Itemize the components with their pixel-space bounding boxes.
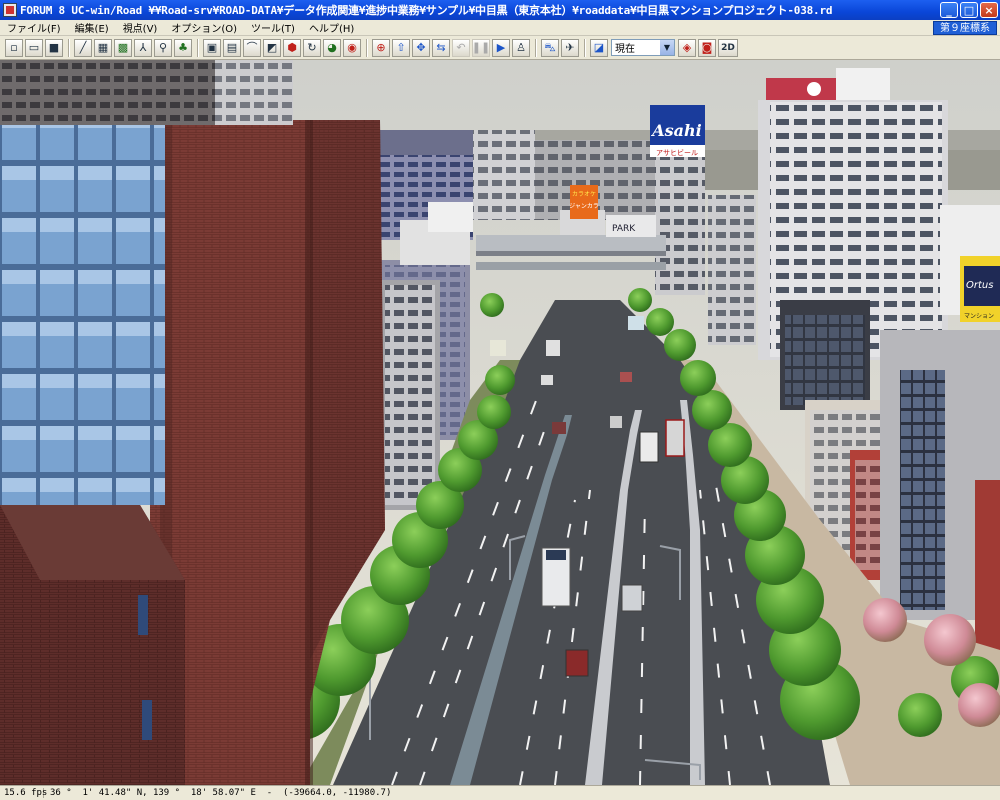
car bbox=[620, 372, 632, 382]
navigate-icon[interactable]: ⊕ bbox=[372, 38, 390, 57]
toolbar-separator bbox=[584, 38, 585, 57]
menu-help[interactable]: ヘルプ(H) bbox=[302, 20, 361, 35]
bridge-icon[interactable]: ⌒ bbox=[243, 38, 261, 57]
viewpoint-select-value: 現在 bbox=[615, 44, 635, 55]
toolbar-separator bbox=[197, 38, 198, 57]
fly-icon[interactable]: ✈ bbox=[561, 38, 579, 57]
silver-car bbox=[621, 584, 643, 612]
asahi-billboard: Asahi アサヒビール bbox=[650, 105, 705, 157]
foreground-brick-building bbox=[0, 505, 185, 785]
title-bar[interactable]: FORUM 8 UC-win/Road ¥¥Road-srv¥ROAD-DATA… bbox=[0, 0, 1000, 20]
menu-options[interactable]: オプション(O) bbox=[164, 20, 244, 35]
move-up-icon[interactable]: ⇧ bbox=[392, 38, 410, 57]
menu-tools[interactable]: ツール(T) bbox=[244, 20, 302, 35]
car bbox=[546, 340, 560, 356]
status-bar: 15.6 fps 36 ° 1' 41.48" N, 139 ° 18' 58.… bbox=[0, 785, 1000, 800]
chevron-down-icon[interactable]: ▼ bbox=[660, 40, 674, 55]
intersection-icon[interactable]: ⅄ bbox=[134, 38, 152, 57]
environment-icon[interactable]: ◕ bbox=[323, 38, 341, 57]
move-all-icon[interactable]: ✥ bbox=[412, 38, 430, 57]
coordinate-system-indicator[interactable]: 第９座標系 bbox=[933, 20, 997, 35]
menu-view[interactable]: 視点(V) bbox=[116, 20, 165, 35]
3d-viewport[interactable]: PARK Asahi アサヒビール カラオケ ジャンカラ Ortus マンション bbox=[0, 60, 1000, 785]
texture-icon[interactable]: ◩ bbox=[263, 38, 281, 57]
viewpoint-select[interactable]: 現在 ▼ bbox=[611, 39, 675, 56]
3d-scene[interactable]: PARK Asahi アサヒビール カラオケ ジャンカラ Ortus マンション bbox=[0, 60, 1000, 785]
tree-icon[interactable]: ♣ bbox=[174, 38, 192, 57]
image-icon[interactable]: ▤ bbox=[223, 38, 241, 57]
red-car bbox=[565, 649, 589, 677]
save-icon[interactable]: ■ bbox=[45, 38, 63, 57]
app-icon[interactable] bbox=[3, 3, 17, 17]
fps-readout: 15.6 fps bbox=[0, 788, 47, 798]
viewpoint-icon[interactable]: ◪ bbox=[590, 38, 608, 57]
white-van bbox=[639, 431, 659, 463]
road-plan-icon[interactable]: ▦ bbox=[94, 38, 112, 57]
camera-icon[interactable]: ◙ bbox=[698, 38, 716, 57]
asahi-logo-text: Asahi bbox=[650, 121, 702, 140]
rotate-icon[interactable]: ↻ bbox=[303, 38, 321, 57]
drive-car-icon[interactable]: ⛍ bbox=[541, 38, 559, 57]
karaoke-text-2: ジャンカラ bbox=[569, 203, 599, 210]
bus bbox=[490, 340, 506, 356]
menu-bar: ファイル(F) 編集(E) 視点(V) オプション(O) ツール(T) ヘルプ(… bbox=[0, 20, 1000, 36]
car bbox=[552, 422, 566, 434]
model-icon[interactable]: ▣ bbox=[203, 38, 221, 57]
undo-view-icon[interactable]: ↶ bbox=[452, 38, 470, 57]
mode-2d-button[interactable]: 2D bbox=[718, 38, 738, 57]
menu-file[interactable]: ファイル(F) bbox=[0, 20, 68, 35]
new-file-icon[interactable]: ▫ bbox=[5, 38, 23, 57]
asahi-sub-text: アサヒビール bbox=[656, 148, 698, 157]
minimize-button[interactable]: _ bbox=[940, 2, 958, 18]
pedestrian-icon[interactable]: ⚲ bbox=[154, 38, 172, 57]
red-white-truck bbox=[665, 419, 685, 457]
coordinate-readout: 36 ° 1' 41.48" N, 139 ° 18' 58.07" E - (… bbox=[50, 788, 392, 798]
right-billboard-sub: マンション bbox=[964, 313, 994, 320]
open-folder-icon[interactable]: ▭ bbox=[25, 38, 43, 57]
toolbar-separator bbox=[366, 38, 367, 57]
toolbar-separator bbox=[535, 38, 536, 57]
person-icon[interactable]: ♙ bbox=[512, 38, 530, 57]
pan-icon[interactable]: ⇆ bbox=[432, 38, 450, 57]
toolbar-separator bbox=[68, 38, 69, 57]
karaoke-sign: カラオケ ジャンカラ bbox=[569, 185, 599, 219]
karaoke-text-1: カラオケ bbox=[572, 191, 596, 198]
record-icon[interactable]: ◈ bbox=[678, 38, 696, 57]
right-billboard: Ortus マンション bbox=[960, 256, 1000, 322]
right-billboard-text: Ortus bbox=[966, 280, 993, 291]
menu-edit[interactable]: 編集(E) bbox=[68, 20, 116, 35]
edit-road-icon[interactable]: ╱ bbox=[74, 38, 92, 57]
terrain-icon[interactable]: ▩ bbox=[114, 38, 132, 57]
bus bbox=[628, 316, 644, 330]
car bbox=[541, 375, 553, 385]
window-title: FORUM 8 UC-win/Road ¥¥Road-srv¥ROAD-DATA… bbox=[20, 4, 833, 17]
toolbar: ▫ ▭ ■ ╱ ▦ ▩ ⅄ ⚲ ♣ ▣ ▤ ⌒ ◩ ⬢ ↻ ◕ ◉ ⊕ ⇧ ✥ … bbox=[0, 36, 1000, 60]
sky-icon[interactable]: ◉ bbox=[343, 38, 361, 57]
park-sign: PARK bbox=[612, 224, 636, 234]
app-window: FORUM 8 UC-win/Road ¥¥Road-srv¥ROAD-DATA… bbox=[0, 0, 1000, 800]
maximize-button[interactable]: □ bbox=[960, 2, 978, 18]
close-button[interactable]: × bbox=[980, 2, 998, 18]
pause-icon[interactable]: ❚❚ bbox=[472, 38, 490, 57]
car bbox=[610, 416, 622, 428]
traffic-icon[interactable]: ⬢ bbox=[283, 38, 301, 57]
play-icon[interactable]: ▶ bbox=[492, 38, 510, 57]
